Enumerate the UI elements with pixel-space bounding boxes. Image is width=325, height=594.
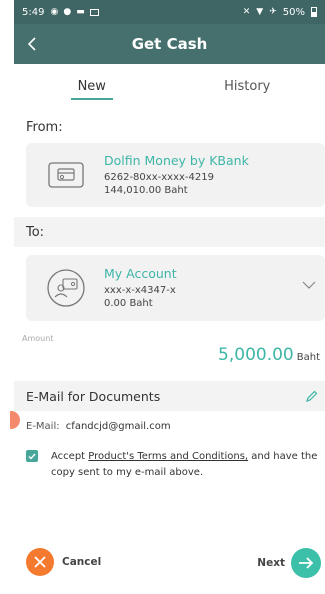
battery-icon (311, 7, 317, 17)
message-icon: ▬ (76, 6, 85, 17)
amount-unit: Baht (296, 352, 320, 363)
app-header: Get Cash (14, 24, 325, 64)
email-label: E-Mail: (26, 421, 60, 432)
tab-history[interactable]: History (170, 66, 325, 106)
amount-field[interactable]: 5,000.00 Baht (218, 345, 320, 365)
terms-link[interactable]: Product's Terms and Conditions, (88, 451, 248, 462)
cancel-button[interactable]: Cancel (26, 548, 101, 576)
status-time: 5:49 (22, 6, 45, 18)
amount-label: Amount (22, 334, 54, 343)
notification-icon: ◉ (50, 6, 59, 17)
mute-icon: ✕ (242, 6, 251, 17)
amount-value: 5,000.00 (218, 345, 294, 365)
email-value: cfandcjd@gmail.com (65, 421, 171, 432)
to-account-number: xxx-x-x4347-x (104, 284, 176, 296)
app-notification-icon: ● (63, 6, 72, 17)
page-title: Get Cash (131, 35, 208, 53)
edit-pencil-icon[interactable] (303, 388, 319, 404)
image-icon (89, 8, 99, 16)
bank-account-icon (40, 266, 92, 310)
to-account-balance: 0.00 Baht (104, 297, 153, 309)
accept-terms-checkbox[interactable] (26, 450, 38, 462)
status-bar: 5:49 ◉ ● ▬ ✕ ▼ ✈ 50% (14, 0, 325, 24)
email-section-header: E-Mail for Documents (14, 381, 325, 411)
next-button[interactable]: Next (257, 548, 321, 578)
wallet-icon (40, 153, 92, 197)
from-label: From: (26, 119, 63, 135)
airplane-icon: ✈ (269, 6, 277, 17)
accept-terms-text: Accept Product's Terms and Conditions, a… (51, 451, 318, 478)
side-indicator (10, 411, 20, 429)
to-account-card[interactable]: My Account xxx-x-x4347-x 0.00 Baht (26, 255, 325, 321)
email-row: E-Mail: cfandcjd@gmail.com (26, 421, 171, 432)
from-account-name: Dolfin Money by KBank (104, 152, 249, 168)
chevron-down-icon[interactable] (301, 277, 317, 293)
cancel-label: Cancel (62, 556, 102, 568)
next-label: Next (257, 557, 285, 569)
accept-terms-row: Accept Product's Terms and Conditions, a… (26, 449, 321, 481)
email-section-title: E-Mail for Documents (26, 388, 161, 404)
tab-bar: New History (14, 66, 325, 106)
close-icon (26, 548, 54, 576)
wifi-icon: ▼ (256, 6, 264, 17)
to-account-name: My Account (104, 265, 177, 281)
from-account-card[interactable]: Dolfin Money by KBank 6262-80xx-xxxx-421… (26, 143, 325, 207)
battery-percent: 50% (282, 6, 305, 18)
from-account-balance: 144,010.00 Baht (104, 184, 188, 196)
from-account-number: 6262-80xx-xxxx-4219 (104, 171, 214, 183)
to-label: To: (14, 217, 325, 247)
arrow-right-icon (291, 548, 321, 578)
back-arrow-icon[interactable] (22, 32, 42, 56)
tab-new[interactable]: New (14, 66, 170, 106)
